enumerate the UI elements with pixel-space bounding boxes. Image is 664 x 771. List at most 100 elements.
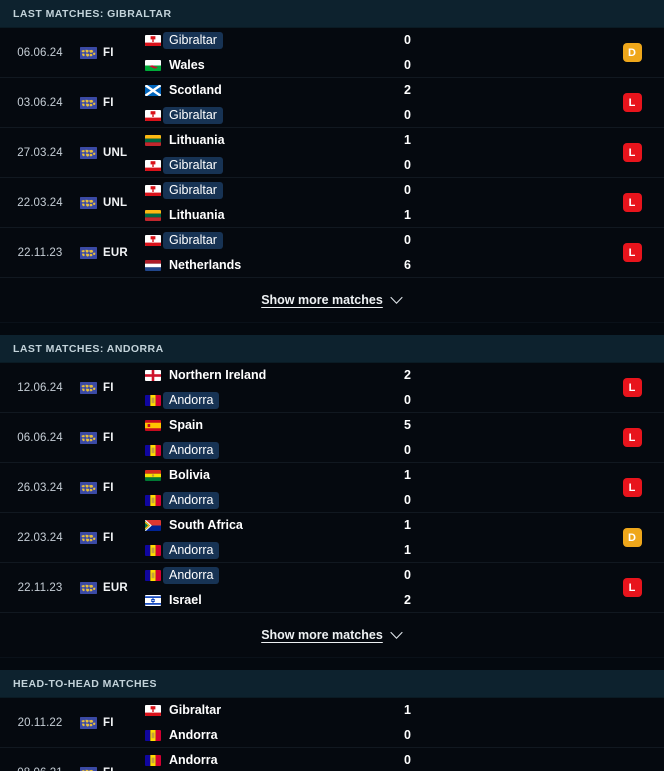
world-flag-icon [80, 766, 97, 771]
team-home[interactable]: Spain [145, 417, 400, 433]
team-home-name: Gibraltar [163, 182, 223, 199]
match-date: 22.03.24 [17, 196, 63, 209]
team-away[interactable]: Andorra [145, 492, 400, 509]
match-row[interactable]: 08.06.21 FI AndorraGibraltar00 [0, 748, 664, 771]
competition-label: UNL [103, 196, 128, 209]
team-away-name: Gibraltar [163, 107, 223, 124]
show-more-label: Show more matches [261, 628, 383, 642]
match-row[interactable]: 26.03.24 FI Bolivia Andorra 1 0 L [0, 463, 664, 513]
show-more-matches-button[interactable]: Show more matches [0, 613, 664, 658]
competition[interactable]: FI [80, 766, 145, 771]
competition[interactable]: FI [80, 531, 145, 544]
match-row[interactable]: 03.06.24 FI Scotland Gibraltar 2 0 L [0, 78, 664, 128]
flag-icon-andorra [145, 569, 161, 581]
team-away[interactable]: Lithuania [145, 207, 400, 223]
home-score: 0 [404, 753, 411, 767]
teams: Gibraltar Andorra [145, 702, 400, 743]
result-cell: L [600, 578, 664, 597]
result-badge: L [622, 478, 642, 497]
world-flag-icon [80, 46, 97, 59]
team-home[interactable]: Gibraltar [145, 702, 400, 718]
team-home[interactable]: Gibraltar [145, 32, 400, 49]
team-home[interactable]: Northern Ireland [145, 367, 400, 383]
teams: Andorra Israel [145, 567, 400, 608]
world-flag-icon [80, 581, 97, 594]
flag-icon-netherlands [145, 259, 161, 271]
team-home[interactable]: Scotland [145, 82, 400, 98]
match-row[interactable]: 22.03.24 FI South Africa Andorra 1 1 D [0, 513, 664, 563]
match-row[interactable]: 27.03.24 UNL Lithuania Gibraltar 1 0 L [0, 128, 664, 178]
team-away-name: Andorra [163, 542, 220, 559]
team-away[interactable]: Wales [145, 57, 400, 73]
flag-icon-andorra [145, 444, 161, 456]
team-home-name: Gibraltar [169, 703, 222, 717]
team-away[interactable]: Andorra [145, 392, 400, 409]
match-row[interactable]: 22.11.23 EUR Gibraltar Netherlands 0 6 L [0, 228, 664, 278]
competition[interactable]: EUR [80, 246, 145, 259]
match-row[interactable]: 22.11.23 EUR Andorra Israel 0 2 L [0, 563, 664, 613]
away-score: 0 [404, 728, 411, 742]
match-row[interactable]: 22.03.24 UNL Gibraltar Lithuania 0 1 L [0, 178, 664, 228]
competition[interactable]: FI [80, 431, 145, 444]
flag-icon-scotland [145, 84, 161, 96]
match-row[interactable]: 06.06.24 FI Spain Andorra 5 0 L [0, 413, 664, 463]
competition-label: FI [103, 716, 114, 729]
competition-label: FI [103, 381, 114, 394]
competition[interactable]: FI [80, 96, 145, 109]
team-away[interactable]: Israel [145, 592, 400, 608]
team-home[interactable]: Andorra [145, 567, 400, 584]
world-flag-icon [80, 481, 97, 494]
team-home[interactable]: Gibraltar [145, 232, 400, 249]
team-home-name: Northern Ireland [169, 368, 267, 382]
team-away[interactable]: Andorra [145, 727, 400, 743]
result-badge: L [622, 143, 642, 162]
competition[interactable]: FI [80, 716, 145, 729]
competition[interactable]: FI [80, 481, 145, 494]
match-row[interactable]: 12.06.24 FI Northern Ireland Andorra 2 0 L [0, 363, 664, 413]
away-score: 0 [404, 58, 411, 72]
team-home-name: Lithuania [169, 133, 225, 147]
team-away[interactable]: Netherlands [145, 257, 400, 273]
competition[interactable]: EUR [80, 581, 145, 594]
match-date: 20.11.22 [17, 716, 63, 729]
team-away[interactable]: Andorra [145, 542, 400, 559]
team-home[interactable]: Bolivia [145, 467, 400, 483]
match-date: 06.06.24 [17, 431, 63, 444]
away-score: 0 [404, 393, 411, 407]
section-title: HEAD-TO-HEAD MATCHES [13, 677, 157, 690]
flag-icon-andorra [145, 544, 161, 556]
match-row[interactable]: 06.06.24 FI Gibraltar Wales 0 0 D [0, 28, 664, 78]
flag-icon-bolivia [145, 469, 161, 481]
show-more-matches-button[interactable]: Show more matches [0, 278, 664, 323]
match-history-panel: LAST MATCHES: GIBRALTAR 06.06.24 FI Gibralt… [0, 0, 664, 771]
team-away[interactable]: Andorra [145, 442, 400, 459]
result-badge: L [622, 578, 642, 597]
team-away[interactable]: Gibraltar [145, 107, 400, 124]
match-date: 12.06.24 [17, 381, 63, 394]
team-home-name: Scotland [169, 83, 222, 97]
competition-label: UNL [103, 146, 128, 159]
team-home[interactable]: Gibraltar [145, 182, 400, 199]
flag-icon-gibraltar [145, 184, 161, 196]
competition-label: FI [103, 46, 114, 59]
team-home[interactable]: Lithuania [145, 132, 400, 148]
team-away-name: Andorra [163, 392, 220, 409]
competition[interactable]: UNL [80, 146, 145, 159]
match-row[interactable]: 20.11.22 FI Gibraltar Andorra 1 0 [0, 698, 664, 748]
scores: 10 [400, 702, 600, 743]
scores: 06 [400, 232, 600, 273]
result-badge: L [622, 428, 642, 447]
team-home[interactable]: Andorra [145, 752, 400, 768]
result-badge: D [622, 43, 642, 62]
result-badge: L [622, 193, 642, 212]
scores: 11 [400, 517, 600, 558]
team-away[interactable]: Gibraltar [145, 157, 400, 174]
competition[interactable]: FI [80, 46, 145, 59]
teams: Gibraltar Netherlands [145, 232, 400, 273]
team-home[interactable]: South Africa [145, 517, 400, 533]
team-home-name: Andorra [163, 567, 220, 584]
teams: AndorraGibraltar [145, 752, 400, 771]
home-score: 2 [404, 83, 411, 97]
competition[interactable]: FI [80, 381, 145, 394]
competition[interactable]: UNL [80, 196, 145, 209]
